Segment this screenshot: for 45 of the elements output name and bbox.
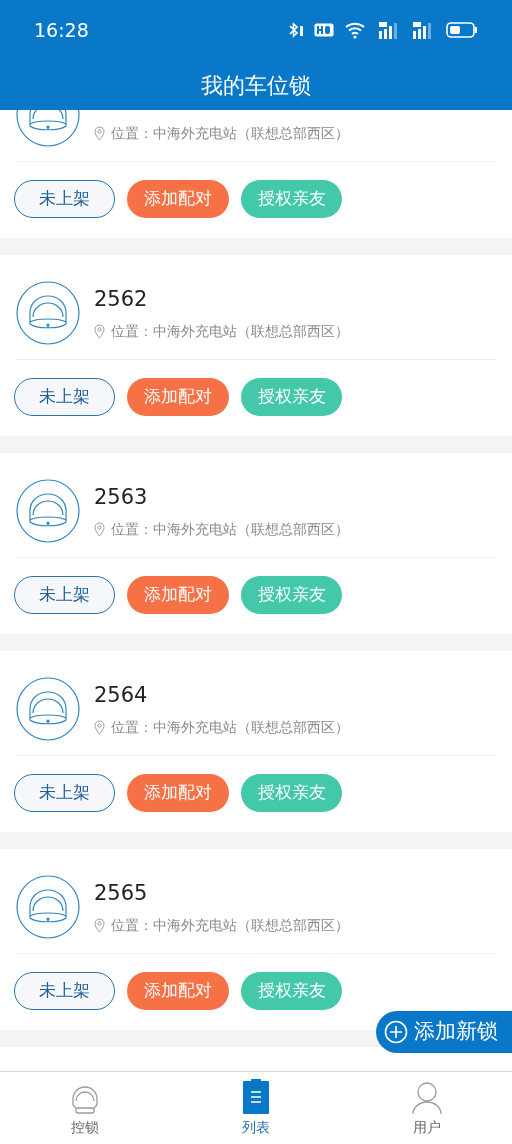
tab[interactable]: 控锁 <box>0 1072 171 1144</box>
location-text: 位置：中海外充电站（联想总部西区） <box>111 123 349 143</box>
location-text: 位置：中海外充电站（联想总部西区） <box>111 321 349 341</box>
page-title: 我的车位锁 <box>201 71 311 100</box>
parking-lock-icon <box>16 677 80 741</box>
share-button[interactable]: 授权亲友 <box>241 378 342 416</box>
lock-number: 2562 <box>94 285 149 313</box>
tab[interactable]: 列表 <box>170 1072 342 1144</box>
clipboard-list-icon <box>242 1079 270 1115</box>
location-pin-icon <box>94 125 105 141</box>
parking-lock-icon <box>16 479 80 543</box>
status-button[interactable]: 未上架 <box>14 576 115 614</box>
plus-icon <box>384 1020 408 1044</box>
user-icon <box>409 1081 444 1115</box>
location-pin-icon <box>94 917 105 933</box>
add-lock-button[interactable]: 添加新锁 <box>376 1011 512 1053</box>
battery-icon <box>446 21 478 39</box>
pair-button[interactable]: 添加配对 <box>127 972 229 1010</box>
share-button[interactable]: 授权亲友 <box>241 180 342 218</box>
location-text: 位置：中海外充电站（联想总部西区） <box>111 915 349 935</box>
status-button[interactable]: 未上架 <box>14 378 115 416</box>
location-text: 位置：中海外充电站（联想总部西区） <box>111 717 349 737</box>
share-button[interactable]: 授权亲友 <box>241 576 342 614</box>
parking-lock-icon <box>16 281 80 345</box>
location-pin-icon <box>94 719 105 735</box>
status-button[interactable]: 未上架 <box>14 774 115 812</box>
status-button[interactable]: 未上架 <box>14 972 115 1010</box>
hd-icon <box>314 23 334 37</box>
location-pin-icon <box>94 323 105 339</box>
share-button[interactable]: 授权亲友 <box>241 774 342 812</box>
pair-button[interactable]: 添加配对 <box>127 774 229 812</box>
lock-number: 2564 <box>94 681 149 709</box>
pair-button[interactable]: 添加配对 <box>127 180 229 218</box>
lock-number: 2565 <box>94 879 149 907</box>
lock-number: 2563 <box>94 483 149 511</box>
bluetooth-icon <box>288 21 304 39</box>
pair-button[interactable]: 添加配对 <box>127 576 229 614</box>
parking-lock-icon <box>16 875 80 939</box>
status-time: 16:28 <box>34 17 89 43</box>
pair-button[interactable]: 添加配对 <box>127 378 229 416</box>
share-button[interactable]: 授权亲友 <box>241 972 342 1010</box>
tab[interactable]: 用户 <box>341 1072 512 1144</box>
location-pin-icon <box>94 521 105 537</box>
location-text: 位置：中海外充电站（联想总部西区） <box>111 519 349 539</box>
status-button[interactable]: 未上架 <box>14 180 115 218</box>
